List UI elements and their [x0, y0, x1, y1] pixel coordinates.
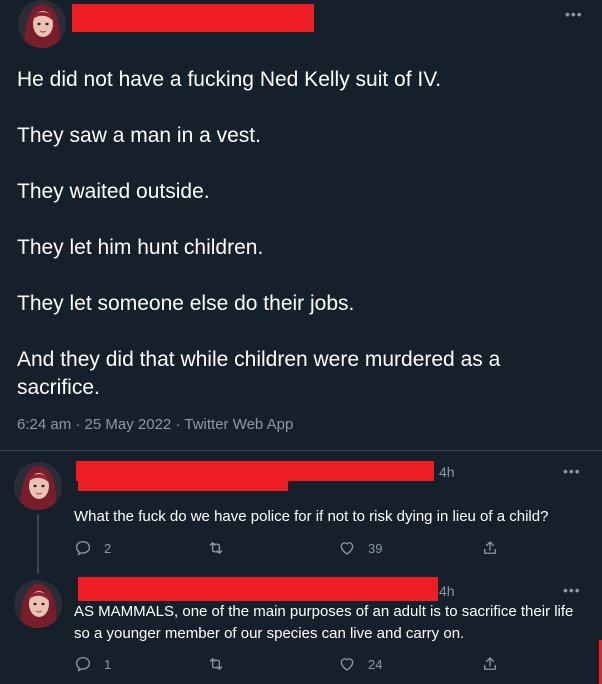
reply-time[interactable]: 4h — [439, 464, 455, 480]
thread-line — [37, 514, 39, 574]
avatar[interactable] — [14, 462, 62, 510]
reply-text: What the fuck do we have police for if n… — [74, 508, 549, 525]
tweet-line: They waited outside. — [17, 180, 210, 203]
tweet-line: They saw a man in a vest. — [17, 124, 261, 147]
tweet-actions: 2 39 — [74, 539, 514, 559]
tweet-line: They let someone else do their jobs. — [17, 292, 355, 315]
reply-tweet[interactable]: 4h ••• What the fuck do we have police f… — [0, 451, 602, 574]
avatar-image — [18, 0, 66, 48]
share-icon — [484, 541, 496, 554]
tweet-line: They let him hunt children. — [17, 236, 264, 259]
main-tweet: ••• He did not have a fucking Ned Kelly … — [0, 0, 602, 450]
reply-count: 1 — [104, 656, 112, 672]
reply-time[interactable]: 4h — [439, 583, 455, 599]
avatar-image — [14, 580, 62, 628]
more-icon[interactable]: ••• — [563, 582, 581, 598]
like-count: 24 — [368, 656, 383, 672]
avatar[interactable] — [18, 0, 66, 48]
like-button[interactable]: 24 — [338, 655, 382, 673]
reply-button[interactable]: 2 — [74, 539, 111, 557]
tweet-line: And they did that while children were mu… — [17, 348, 501, 399]
like-button[interactable]: 39 — [338, 539, 382, 557]
share-icon — [484, 657, 496, 670]
like-count: 39 — [368, 540, 383, 556]
more-icon[interactable]: ••• — [565, 6, 583, 22]
redacted-username — [72, 4, 314, 32]
redacted-username — [78, 577, 438, 601]
reply-icon — [75, 540, 91, 556]
meta-separator: · — [75, 416, 85, 433]
reply-button[interactable]: 1 — [74, 655, 111, 673]
retweet-button[interactable] — [207, 655, 237, 673]
tweet-date[interactable]: 25 May 2022 — [85, 416, 172, 433]
reply-text: AS MAMMALS, one of the main purposes of … — [74, 603, 574, 642]
retweet-icon — [209, 542, 223, 554]
avatar-image — [14, 462, 62, 510]
more-icon[interactable]: ••• — [563, 463, 581, 479]
share-button[interactable] — [481, 539, 499, 557]
reply-icon — [75, 656, 91, 672]
retweet-button[interactable] — [207, 539, 237, 557]
tweet-text: He did not have a fucking Ned Kelly suit… — [17, 66, 577, 430]
heart-icon — [340, 658, 354, 671]
reply-tweet[interactable]: 4h ••• AS MAMMALS, one of the main purpo… — [0, 570, 602, 684]
heart-icon — [340, 542, 354, 555]
reply-count: 2 — [104, 540, 112, 556]
tweet-time[interactable]: 6:24 am — [17, 416, 71, 433]
avatar[interactable] — [14, 580, 62, 628]
share-button[interactable] — [481, 655, 499, 673]
tweet-meta: 6:24 am · 25 May 2022 · Twitter Web App — [17, 416, 293, 433]
retweet-icon — [209, 658, 223, 670]
redacted-handle — [78, 477, 288, 491]
tweet-line: He did not have a fucking Ned Kelly suit… — [17, 68, 442, 91]
tweet-actions: 1 24 — [74, 655, 514, 675]
tweet-source[interactable]: Twitter Web App — [184, 416, 293, 433]
